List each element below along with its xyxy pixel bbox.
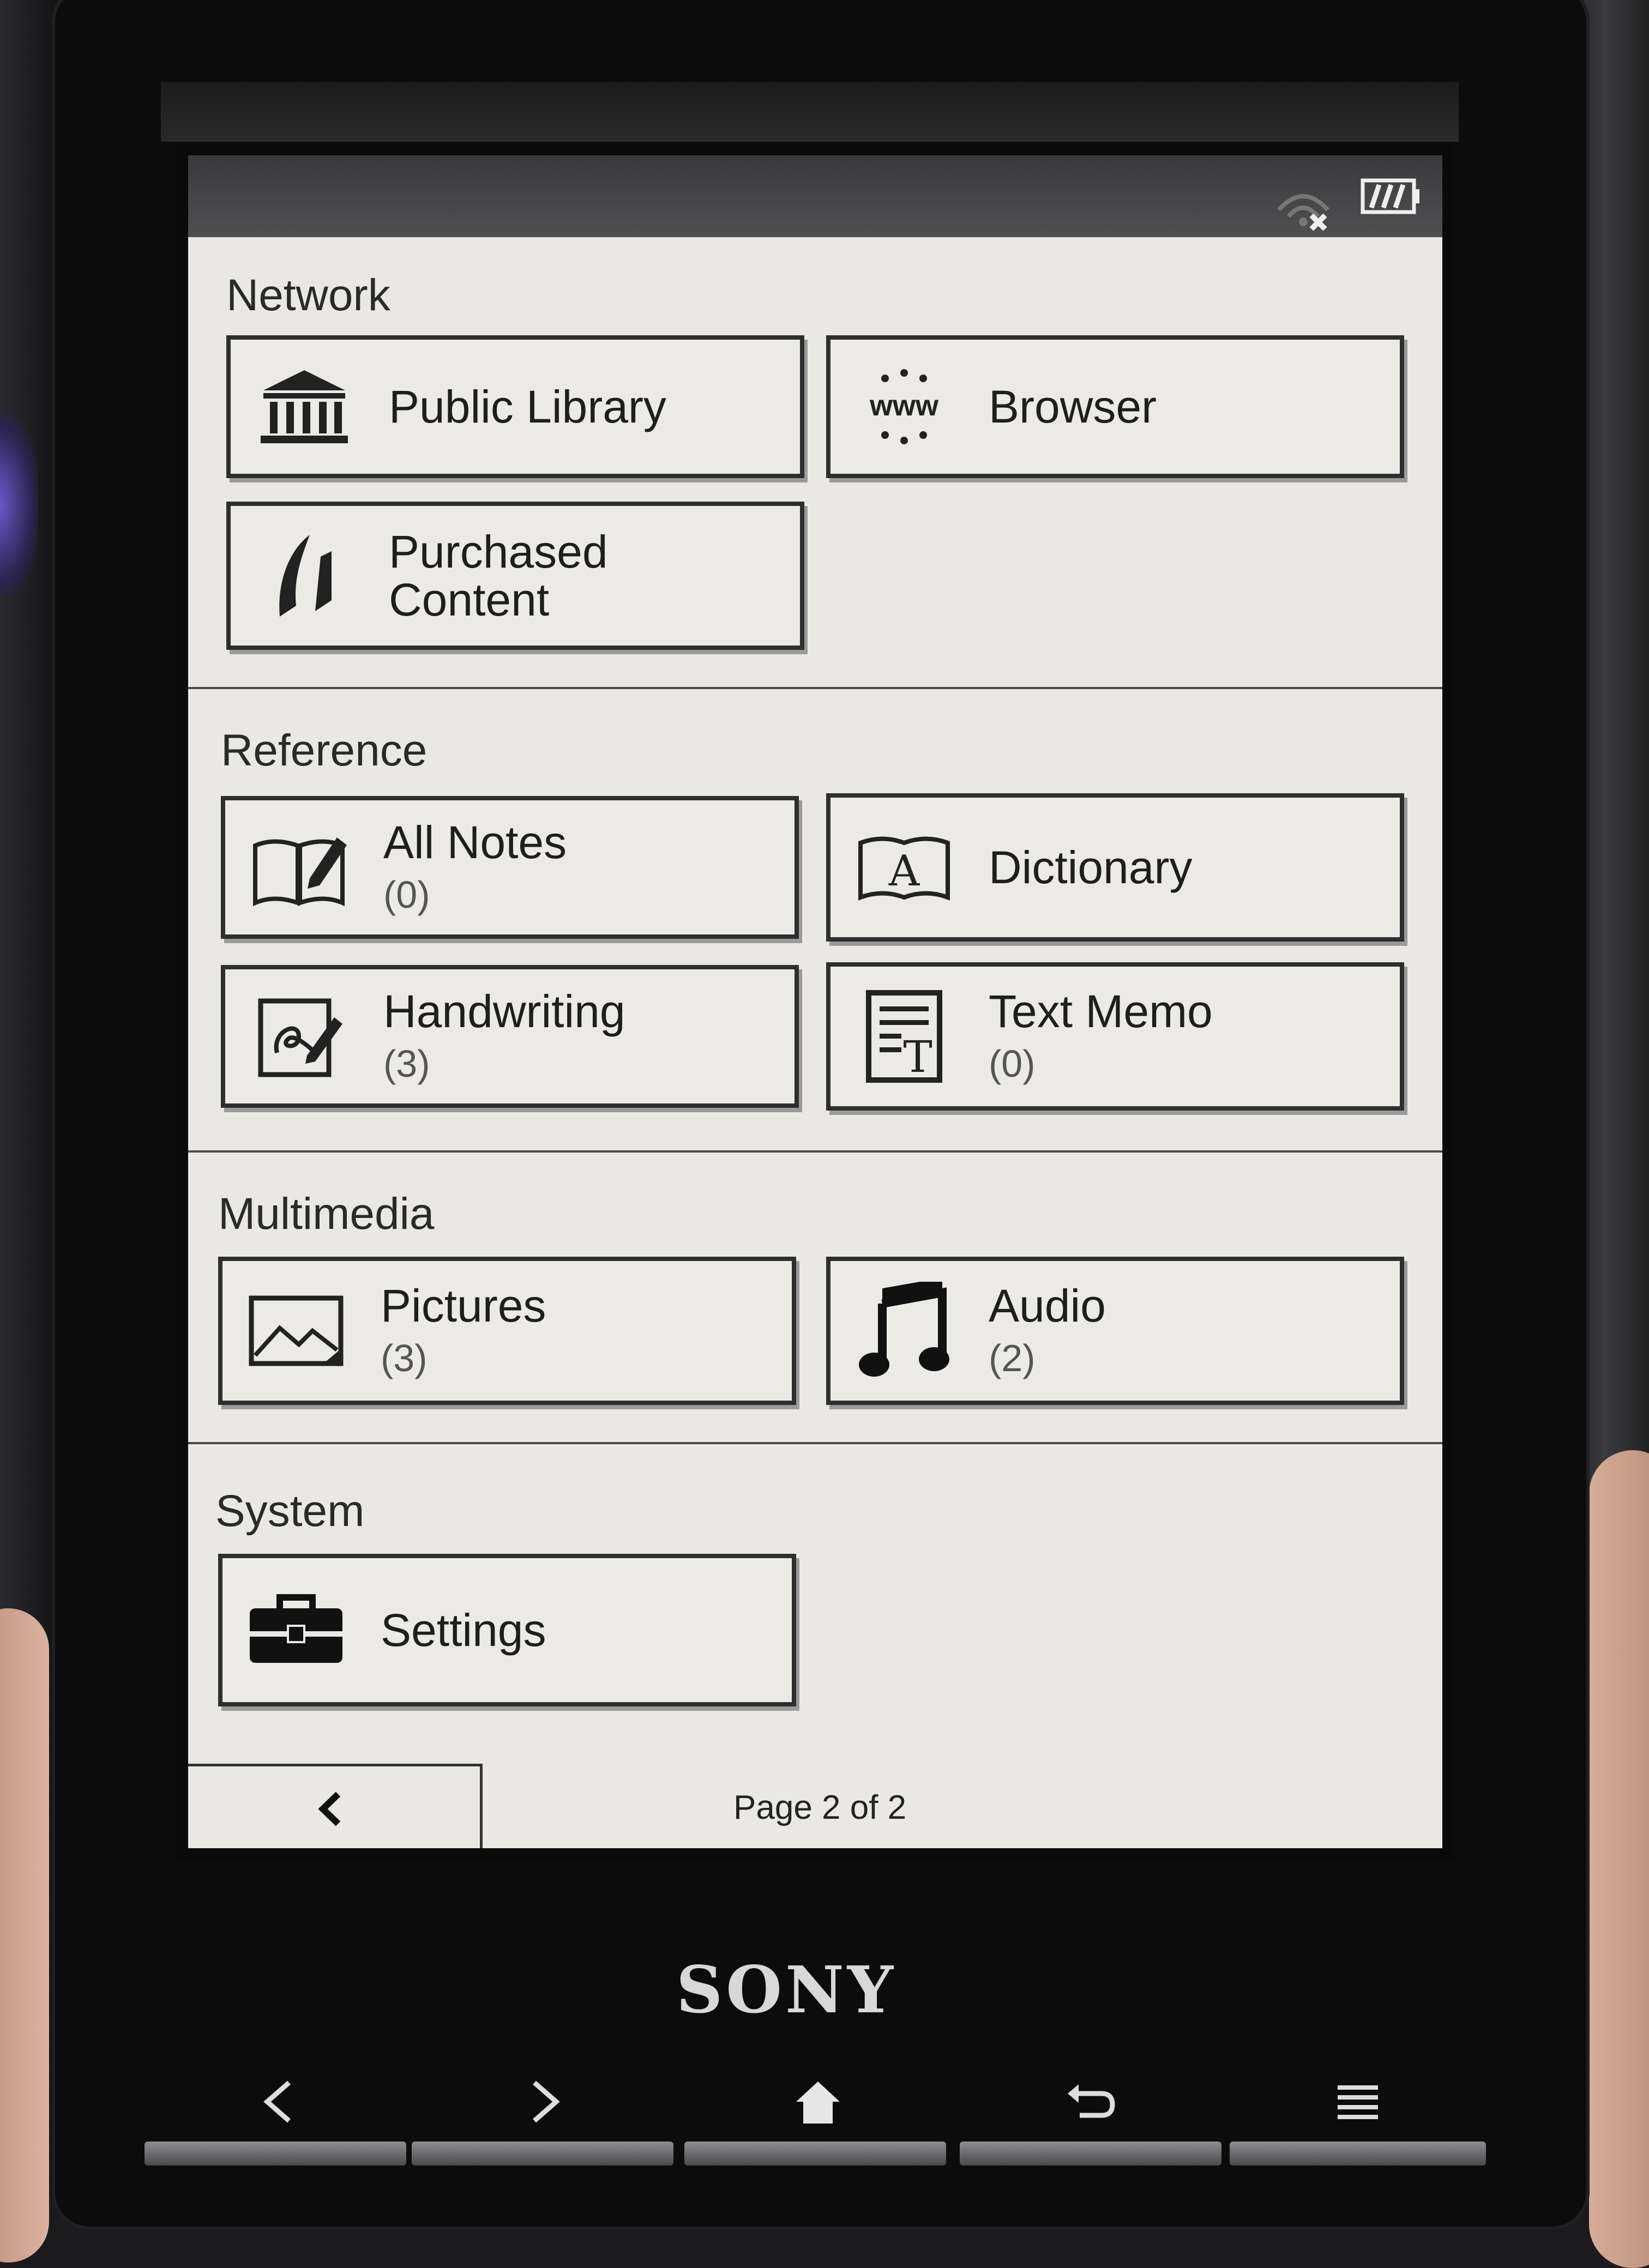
- return-icon: [1068, 2084, 1115, 2118]
- wifi-off-icon: [1277, 194, 1329, 231]
- hand-left: [0, 1608, 49, 2263]
- section-divider: [188, 1150, 1442, 1153]
- audio-button[interactable]: Audio (2): [826, 1257, 1404, 1405]
- browser-button[interactable]: www Browser: [826, 335, 1404, 478]
- section-title-reference: Reference: [221, 726, 428, 775]
- battery-icon: [1361, 178, 1419, 214]
- svg-text:www: www: [869, 389, 939, 422]
- section-title-network: Network: [226, 270, 390, 320]
- tile-label: Browser: [989, 381, 1157, 432]
- home-button[interactable]: [780, 2072, 856, 2132]
- toolbox-icon: [247, 1581, 345, 1679]
- button-strip: [145, 2142, 406, 2166]
- top-bezel: [161, 82, 1459, 142]
- tile-count: (0): [383, 873, 430, 916]
- text-memo-button[interactable]: T Text Memo (0): [826, 962, 1404, 1111]
- tile-count: (3): [383, 1042, 430, 1085]
- tile-label: Settings: [381, 1604, 546, 1656]
- eink-screen: Network Public Library www Browser Purch…: [188, 155, 1442, 1848]
- page-indicator: Page 2 of 2: [733, 1789, 907, 1826]
- library-icon: [255, 358, 353, 456]
- handwriting-button[interactable]: Handwriting (3): [221, 965, 799, 1108]
- tile-label: Audio: [989, 1280, 1106, 1331]
- text-memo-icon: T: [855, 987, 953, 1085]
- hand-right: [1589, 1450, 1649, 2268]
- tile-label: Dictionary: [989, 841, 1193, 893]
- picture-icon: [247, 1282, 345, 1380]
- page-footer: Page 2 of 2: [188, 1764, 1442, 1848]
- tile-count: (0): [989, 1042, 1036, 1085]
- next-button[interactable]: [507, 2072, 583, 2132]
- svg-text:T: T: [903, 1032, 932, 1082]
- tile-label: All Notes: [383, 816, 567, 868]
- brand-logo: SONY: [676, 1952, 897, 2028]
- tile-label: Pictures: [381, 1280, 546, 1331]
- settings-button[interactable]: Settings: [218, 1554, 796, 1706]
- menu-button[interactable]: [1320, 2072, 1396, 2132]
- handwriting-icon: [250, 987, 348, 1085]
- public-library-button[interactable]: Public Library: [226, 335, 804, 478]
- button-strip: [684, 2142, 946, 2166]
- tile-label: Public Library: [389, 381, 666, 432]
- button-strip: [412, 2142, 673, 2166]
- return-button[interactable]: [1052, 2072, 1129, 2132]
- home-icon: [796, 2082, 840, 2124]
- bookmark-icon: [255, 527, 353, 625]
- www-icon: www: [855, 358, 953, 456]
- notes-icon: [250, 818, 348, 916]
- tile-count: (2): [989, 1337, 1036, 1380]
- tile-label: Text Memo: [989, 985, 1213, 1037]
- next-icon: [533, 2080, 560, 2123]
- all-notes-button[interactable]: All Notes (0): [221, 796, 799, 939]
- menu-icon: [1338, 2085, 1378, 2119]
- pictures-button[interactable]: Pictures (3): [218, 1257, 796, 1405]
- tile-label: Handwriting: [383, 985, 625, 1037]
- status-bar: [188, 155, 1442, 237]
- background-light: [0, 414, 38, 594]
- section-title-system: System: [215, 1486, 365, 1536]
- button-strip: [960, 2142, 1221, 2166]
- section-divider: [188, 687, 1442, 689]
- previous-page-button[interactable]: [188, 1764, 483, 1848]
- previous-button[interactable]: [240, 2072, 316, 2132]
- chevron-left-icon: [318, 1792, 341, 1826]
- button-strip: [1230, 2142, 1486, 2166]
- purchased-content-button[interactable]: Purchased Content: [226, 502, 804, 650]
- music-note-icon: [855, 1282, 953, 1380]
- section-divider: [188, 1442, 1442, 1444]
- dictionary-icon: A: [855, 818, 953, 916]
- tile-label: Purchased Content: [389, 526, 608, 625]
- section-title-multimedia: Multimedia: [218, 1189, 435, 1239]
- previous-icon: [263, 2080, 291, 2123]
- dictionary-button[interactable]: A Dictionary: [826, 793, 1404, 942]
- tile-count: (3): [381, 1337, 428, 1380]
- svg-text:A: A: [888, 847, 920, 896]
